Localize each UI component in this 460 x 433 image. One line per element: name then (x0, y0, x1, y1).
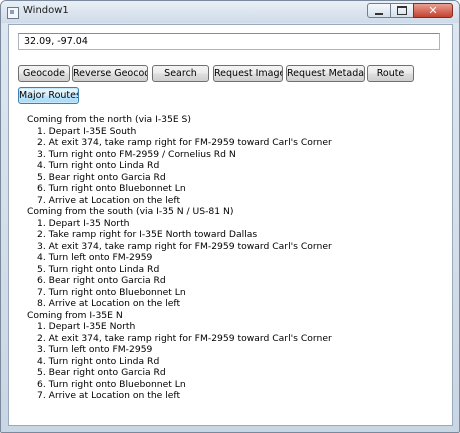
maximize-button[interactable] (390, 3, 414, 18)
route-step: 7. Arrive at Location on the left (37, 194, 181, 206)
route-step: 5. Bear right onto Garcia Rd (37, 171, 166, 183)
directions-text: Coming from the north (via I-35E S) 1. De… (27, 114, 447, 402)
route-step: 4. Turn right onto Linda Rd (37, 160, 160, 171)
search-button[interactable]: Search (152, 65, 209, 82)
route-step: 3. Turn left onto FM-2959 (37, 344, 153, 355)
route-step: 8. Arrive at Location on the left (37, 298, 181, 309)
route-step: 1. Depart I-35E South (37, 125, 137, 137)
route-section-title: Coming from the north (via I-35E S) (27, 114, 191, 125)
route-step: 5. Turn right onto Linda Rd (37, 263, 160, 275)
route-section-title: Coming from I-35E N (27, 309, 123, 321)
route-step: 6. Bear right onto Garcia Rd (37, 275, 166, 286)
app-window: Window1 ✕ Geocode Reverse Geocode Search… (0, 0, 460, 433)
route-step: 7. Turn right onto Bluebonnet Ln (37, 286, 186, 298)
route-step: 2. At exit 374, take ramp right for FM-2… (37, 332, 332, 344)
route-step: 6. Turn right onto Bluebonnet Ln (37, 378, 186, 390)
minimize-icon (375, 12, 383, 15)
close-icon: ✕ (428, 4, 438, 17)
route-step: 3. At exit 374, take ramp right for FM-2… (37, 240, 332, 252)
route-step: 1. Depart I-35 North (37, 217, 130, 229)
route-step: 2. At exit 374, take ramp right for FM-2… (37, 137, 332, 148)
reverse-geocode-button[interactable]: Reverse Geocode (72, 65, 148, 82)
request-metadata-button[interactable]: Request Metadata (286, 65, 365, 82)
request-image-button[interactable]: Request Image (213, 65, 283, 82)
window-title: Window1 (23, 5, 69, 16)
route-step: 4. Turn left onto FM-2959 (37, 252, 153, 263)
title-bar[interactable]: Window1 ✕ (1, 1, 459, 23)
route-section-title: Coming from the south (via I-35 N / US-8… (27, 206, 234, 217)
route-step: 2. Take ramp right for I-35E North towar… (37, 229, 258, 240)
coordinates-input[interactable] (18, 33, 440, 50)
route-step: 3. Turn right onto FM-2959 / Cornelius R… (37, 148, 236, 160)
window-icon[interactable] (7, 7, 19, 19)
minimize-button[interactable] (367, 3, 391, 18)
maximize-icon (397, 6, 407, 15)
route-step: 6. Turn right onto Bluebonnet Ln (37, 183, 186, 194)
close-button[interactable]: ✕ (413, 3, 453, 18)
window-content: Geocode Reverse Geocode Search Request I… (8, 24, 453, 426)
geocode-button[interactable]: Geocode (18, 65, 70, 82)
major-routes-button[interactable]: Major Routes (18, 87, 79, 104)
route-step: 4. Turn right onto Linda Rd (37, 355, 160, 367)
route-button[interactable]: Route (367, 65, 414, 82)
route-step: 7. Arrive at Location on the left (37, 390, 181, 401)
route-step: 5. Bear right onto Garcia Rd (37, 367, 166, 378)
window-controls: ✕ (367, 3, 453, 19)
route-step: 1. Depart I-35E North (37, 321, 136, 332)
